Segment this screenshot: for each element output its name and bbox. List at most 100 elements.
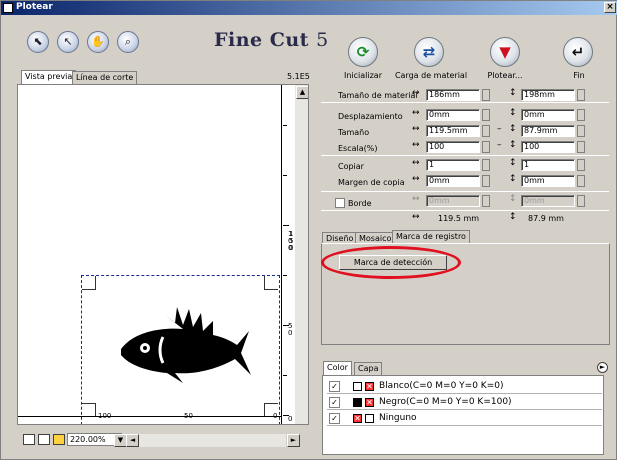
vertical-arrow-icon: ↕	[509, 212, 517, 222]
material-height-field[interactable]: 198mm	[521, 89, 575, 101]
fin-button[interactable]: ↵	[563, 37, 593, 67]
tab-marca-de-registro[interactable]: Marca de registro	[392, 230, 470, 244]
border-x-field[interactable]: 0mm	[426, 195, 480, 207]
hand-icon[interactable]: ✋	[87, 31, 109, 53]
scale-y-field[interactable]: 100	[521, 141, 575, 153]
spin-icon[interactable]	[577, 159, 585, 171]
tab-color[interactable]: Color	[323, 361, 352, 375]
copy-x-field[interactable]: 1	[426, 159, 480, 171]
margin-y-field[interactable]: 0mm	[521, 175, 575, 187]
size-height-field[interactable]: 87.9mm	[521, 125, 575, 137]
panel-menu-icon[interactable]: ►	[597, 362, 608, 373]
preview-canvas[interactable]: 150 100 50 0 ▲ 100 50 0	[17, 84, 309, 425]
size-width-field[interactable]: 119.5mm	[426, 125, 480, 137]
color-row-negro[interactable]: ✓ ✕ Negro(C=0 M=0 Y=0 K=100)	[327, 395, 602, 410]
spin-icon[interactable]	[577, 89, 585, 101]
vertical-arrow-icon: ↕	[509, 88, 517, 98]
plotear-button[interactable]: ▼	[490, 37, 520, 67]
ruler-v-0: 0	[288, 415, 293, 423]
spin-icon[interactable]	[577, 175, 585, 187]
vertical-arrow-icon: ↕	[509, 124, 517, 134]
spin-icon[interactable]	[482, 89, 490, 101]
spin-icon[interactable]	[482, 141, 490, 153]
cut-off-icon[interactable]: ✕	[353, 414, 362, 423]
version-label: 5.1E5	[287, 72, 310, 81]
tamano-material-label: Tamaño de material	[338, 91, 418, 100]
tab-linea-de-corte[interactable]: Línea de corte	[72, 71, 138, 84]
divider	[321, 102, 609, 103]
spin-icon[interactable]	[482, 125, 490, 137]
tab-capa[interactable]: Capa	[354, 362, 383, 375]
spin-icon[interactable]	[577, 109, 585, 121]
plotear-window: Plotear × ⬉ ↖ ✋ ⌕ Fine Cut 5 ⟳ Inicializ…	[0, 0, 617, 460]
spin-icon[interactable]	[482, 175, 490, 187]
visible-checkbox[interactable]: ✓	[329, 397, 340, 408]
tab-vista-previa[interactable]: Vista previa	[21, 70, 77, 84]
vertical-arrow-icon: ↕	[509, 174, 517, 184]
summary-width: 119.5 mm	[438, 214, 480, 223]
horizontal-scrollbar[interactable]	[139, 434, 286, 447]
vertical-arrow-icon: ↕	[509, 108, 517, 118]
highlight-ellipse	[321, 246, 461, 279]
horizontal-arrow-icon: ↔	[412, 108, 420, 118]
black-swatch	[353, 398, 362, 407]
summary-height: 87.9 mm	[528, 214, 564, 223]
select-icon[interactable]: ⬉	[27, 31, 49, 53]
vertical-scrollbar[interactable]	[295, 85, 308, 424]
fit-page-icon[interactable]	[23, 434, 35, 445]
cut-off-icon[interactable]: ✕	[365, 382, 374, 391]
reg-mark-tr	[264, 276, 278, 290]
white-swatch	[365, 414, 374, 423]
spin-icon[interactable]	[482, 109, 490, 121]
scroll-right-icon[interactable]: ►	[287, 434, 300, 447]
spin-icon[interactable]	[482, 159, 490, 171]
color-label: Blanco(C=0 M=0 Y=0 K=0)	[379, 381, 504, 391]
offset-y-field[interactable]: 0mm	[521, 109, 575, 121]
fit-width-icon[interactable]	[38, 434, 50, 445]
ruler-h-100: 100	[98, 412, 112, 420]
color-row-ninguno[interactable]: ✓ ✕ Ninguno	[327, 411, 602, 426]
scroll-left-icon[interactable]: ◄	[126, 434, 139, 447]
borde-checkbox[interactable]	[335, 198, 345, 208]
material-width-field[interactable]: 186mm	[426, 89, 480, 101]
horizontal-arrow-icon: ↔	[412, 194, 420, 204]
horizontal-arrow-icon: ↔	[412, 174, 420, 184]
spin-icon[interactable]	[482, 195, 490, 207]
carga-material-button[interactable]: ⇄	[414, 37, 444, 67]
window-title: Plotear	[16, 2, 53, 12]
ruler-v-50: 50	[288, 322, 293, 337]
spin-icon[interactable]	[577, 141, 585, 153]
vertical-ruler: 150	[281, 85, 295, 424]
visible-checkbox[interactable]: ✓	[329, 413, 340, 424]
zoom-object-icon[interactable]	[53, 434, 65, 445]
color-label: Ninguno	[379, 413, 417, 423]
inicializar-button[interactable]: ⟳	[348, 37, 378, 67]
color-list: ✓ ✕ Blanco(C=0 M=0 Y=0 K=0) ✓ ✕ Negro(C=…	[322, 375, 604, 455]
scroll-up-icon[interactable]: ▲	[296, 86, 308, 99]
vertical-arrow-icon: ↕	[509, 194, 517, 204]
zoom-icon[interactable]: ⌕	[117, 31, 139, 53]
white-swatch	[353, 382, 362, 391]
horizontal-arrow-icon: ↔	[412, 124, 420, 134]
margin-x-field[interactable]: 0mm	[426, 175, 480, 187]
close-icon[interactable]: ×	[604, 2, 616, 13]
carga-material-label: Carga de material	[394, 71, 468, 80]
copy-y-field[interactable]: 1	[521, 159, 575, 171]
spin-icon[interactable]	[577, 125, 585, 137]
vertical-arrow-icon: ↕	[509, 140, 517, 150]
spin-icon[interactable]	[577, 195, 585, 207]
cut-off-icon[interactable]: ✕	[365, 398, 374, 407]
horizontal-arrow-icon: ↔	[412, 88, 420, 98]
border-y-field[interactable]: 0mm	[521, 195, 575, 207]
inicializar-label: Inicializar	[343, 71, 382, 80]
escala-label: Escala(%)	[338, 144, 378, 153]
scale-x-field[interactable]: 100	[426, 141, 480, 153]
horizontal-ruler	[18, 408, 281, 417]
pointer-icon[interactable]: ↖	[57, 31, 79, 53]
divider	[321, 210, 609, 211]
link-dash: –	[497, 140, 502, 150]
visible-checkbox[interactable]: ✓	[329, 381, 340, 392]
offset-x-field[interactable]: 0mm	[426, 109, 480, 121]
tamano-label: Tamaño	[338, 128, 370, 137]
color-row-blanco[interactable]: ✓ ✕ Blanco(C=0 M=0 Y=0 K=0)	[327, 379, 602, 394]
